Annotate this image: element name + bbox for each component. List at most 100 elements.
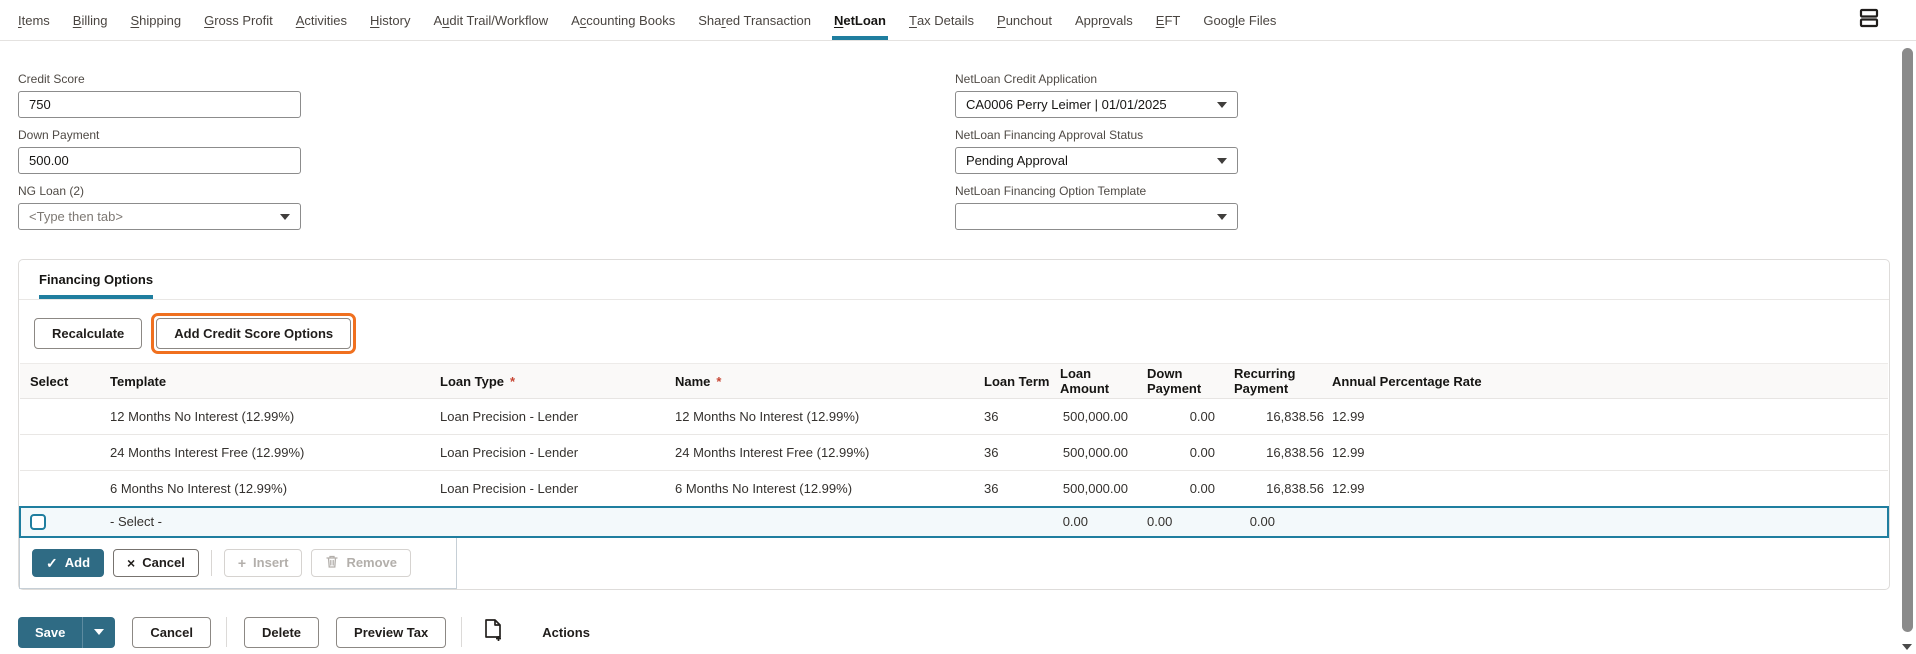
credit-score-label: Credit Score: [18, 72, 301, 86]
subtab-bar: Financing Options: [19, 260, 1889, 300]
chevron-down-icon: [1217, 214, 1227, 220]
tab-netloan[interactable]: NetLoan: [834, 0, 886, 40]
tab-approvals[interactable]: Approvals: [1075, 0, 1133, 40]
netloan-credit-application-value: CA0006 Perry Leimer | 01/01/2025: [966, 97, 1167, 112]
financing-option-row[interactable]: 12 Months No Interest (12.99%)Loan Preci…: [20, 399, 1888, 435]
tab-shared-transaction[interactable]: Shared Transaction: [698, 0, 811, 40]
tab-billing[interactable]: Billing: [73, 0, 108, 40]
cell-down-payment: 0.00: [1147, 471, 1234, 507]
tab-audit-trail-workflow[interactable]: Audit Trail/Workflow: [433, 0, 548, 40]
cell-recurring-payment: 16,838.56: [1234, 471, 1332, 507]
column-header-loan-type: Loan Type*: [422, 364, 657, 399]
netloan-financing-option-template-select[interactable]: [955, 203, 1238, 230]
ng-loan-value: <Type then tab>: [29, 209, 123, 224]
tab-google-files[interactable]: Google Files: [1203, 0, 1276, 40]
inline-editor-toolbar: ✓Add ×Cancel +Insert Remove: [19, 538, 457, 589]
financing-options-toolbar: Recalculate Add Credit Score Options: [19, 300, 1889, 363]
cell-loan-type: Loan Precision - Lender: [422, 435, 657, 471]
down-payment-value: 500.00: [29, 153, 69, 168]
check-icon: ✓: [46, 556, 58, 570]
tab-items[interactable]: Items: [18, 0, 50, 40]
cell-annual-percentage-rate: 12.99: [1332, 435, 1888, 471]
save-dropdown-button[interactable]: [82, 617, 115, 648]
add-line-button[interactable]: ✓Add: [32, 549, 104, 577]
netloan-financing-approval-status-select[interactable]: Pending Approval: [955, 147, 1238, 174]
scrollbar-down-arrow[interactable]: [1902, 644, 1912, 650]
chevron-down-icon: [1217, 102, 1227, 108]
required-asterisk: *: [716, 374, 721, 389]
recalculate-button[interactable]: Recalculate: [34, 318, 142, 349]
cell-loan-type: Loan Precision - Lender: [422, 471, 657, 507]
actions-menu[interactable]: Actions: [542, 625, 590, 640]
tab-shipping[interactable]: Shipping: [130, 0, 181, 40]
cell-recurring-payment: 16,838.56: [1234, 399, 1332, 435]
netloan-credit-application-label: NetLoan Credit Application: [955, 72, 1238, 86]
footer-actions-bar: Save Cancel Delete Preview Tax Actions: [18, 617, 1916, 648]
divider: [211, 550, 212, 576]
column-header-down-payment: Down Payment: [1147, 364, 1234, 399]
cell-select: [20, 471, 92, 507]
netloan-credit-application-select[interactable]: CA0006 Perry Leimer | 01/01/2025: [955, 91, 1238, 118]
save-button[interactable]: Save: [18, 617, 82, 648]
trash-icon: [325, 554, 339, 571]
remove-line-button-label: Remove: [346, 555, 397, 570]
form-column-left: Credit Score 750 Down Payment 500.00 NG Loan…: [18, 72, 301, 240]
vertical-scrollbar-thumb[interactable]: [1902, 48, 1913, 632]
cell-annual-percentage-rate: 12.99: [1332, 399, 1888, 435]
financing-option-row[interactable]: 24 Months Interest Free (12.99%)Loan Pre…: [20, 435, 1888, 471]
tab-financing-options[interactable]: Financing Options: [39, 260, 153, 299]
insert-line-button: +Insert: [224, 549, 303, 577]
netloan-page: Items Billing Shipping Gross Profit Activiti…: [0, 0, 1916, 654]
new-document-icon[interactable]: [483, 618, 504, 647]
down-payment-input[interactable]: 500.00: [18, 147, 301, 174]
cell-template: 24 Months Interest Free (12.99%): [92, 435, 422, 471]
tab-gross-profit[interactable]: Gross Profit: [204, 0, 273, 40]
delete-button[interactable]: Delete: [244, 617, 319, 648]
preview-tax-button[interactable]: Preview Tax: [336, 617, 446, 648]
plus-icon: +: [238, 556, 246, 570]
cell-down-payment: 0.00: [1147, 435, 1234, 471]
credit-score-input[interactable]: 750: [18, 91, 301, 118]
tab-activities[interactable]: Activities: [296, 0, 347, 40]
save-split-button: Save: [18, 617, 115, 648]
cell-down-payment: 0.00: [1147, 399, 1234, 435]
form-column-right: NetLoan Credit Application CA0006 Perry L…: [955, 72, 1238, 240]
field-netloan-credit-application: NetLoan Credit Application CA0006 Perry L…: [955, 72, 1238, 118]
cell-name: 24 Months Interest Free (12.99%): [657, 435, 982, 471]
cancel-line-button[interactable]: ×Cancel: [113, 549, 199, 577]
cell-name: 6 Months No Interest (12.99%): [657, 471, 982, 507]
cell-select: [20, 399, 92, 435]
cell-loan-amount: 500,000.00: [1060, 435, 1147, 471]
field-netloan-financing-approval-status: NetLoan Financing Approval Status Pending…: [955, 128, 1238, 174]
edit-cell-annual-percentage-rate: [1332, 507, 1888, 537]
chevron-down-icon: [94, 629, 104, 635]
add-credit-score-options-button[interactable]: Add Credit Score Options: [156, 318, 351, 349]
ng-loan-label: NG Loan (2): [18, 184, 301, 198]
column-header-name: Name*: [657, 364, 982, 399]
divider: [461, 617, 462, 647]
netloan-financing-approval-status-label: NetLoan Financing Approval Status: [955, 128, 1238, 142]
down-payment-label: Down Payment: [18, 128, 301, 142]
tab-punchout[interactable]: Punchout: [997, 0, 1052, 40]
column-header-select: Select: [20, 364, 92, 399]
add-credit-score-options-highlight: Add Credit Score Options: [151, 313, 356, 354]
field-down-payment: Down Payment 500.00: [18, 128, 301, 174]
record-tabs-bar: Items Billing Shipping Gross Profit Activiti…: [0, 0, 1916, 41]
column-header-loan-amount: Loan Amount: [1060, 364, 1147, 399]
chevron-down-icon: [1217, 158, 1227, 164]
cancel-button[interactable]: Cancel: [132, 617, 211, 648]
edit-row-checkbox[interactable]: [30, 514, 46, 530]
edit-row[interactable]: - Select -0.000.000.00: [20, 507, 1888, 537]
ng-loan-select[interactable]: <Type then tab>: [18, 203, 301, 230]
tab-tax-details[interactable]: Tax Details: [909, 0, 974, 40]
financing-option-row[interactable]: 6 Months No Interest (12.99%)Loan Precis…: [20, 471, 1888, 507]
tab-eft[interactable]: EFT: [1156, 0, 1181, 40]
layout-rows-icon[interactable]: [1858, 8, 1880, 33]
cell-name: 12 Months No Interest (12.99%): [657, 399, 982, 435]
cell-template: 6 Months No Interest (12.99%): [92, 471, 422, 507]
tab-history[interactable]: History: [370, 0, 410, 40]
divider: [226, 617, 227, 647]
cell-loan-amount: 500,000.00: [1060, 471, 1147, 507]
tab-accounting-books[interactable]: Accounting Books: [571, 0, 675, 40]
credit-score-value: 750: [29, 97, 51, 112]
